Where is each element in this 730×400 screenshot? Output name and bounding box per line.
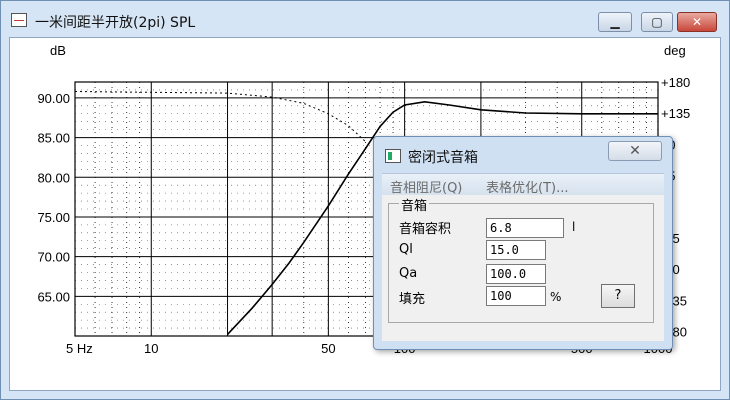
y-axis-label-right: deg	[664, 43, 686, 58]
fill-unit: %	[550, 290, 562, 304]
ql-label: Ql	[399, 242, 413, 257]
y-tick-label: 80.00	[37, 170, 70, 185]
dialog-close-button[interactable]: ✕	[608, 141, 662, 161]
sealed-box-dialog[interactable]: 密闭式音箱 ✕ 音相阻尼(Q) 表格优化(T)... 音箱 音箱容积 6.8 l…	[373, 136, 673, 350]
y2-tick-label: +135	[661, 106, 690, 121]
dialog-body: 音箱 音箱容积 6.8 l Ql 15.0 Qa 100.0 填充 100 % …	[382, 195, 664, 341]
menu-item-phase-damping[interactable]: 音相阻尼(Q)	[390, 177, 462, 196]
y-axis-label-left: dB	[50, 43, 66, 58]
maximize-button[interactable]: ▢	[641, 12, 673, 32]
ql-input[interactable]: 15.0	[486, 240, 546, 260]
x-tick-label: 50	[321, 341, 335, 356]
qa-input[interactable]: 100.0	[486, 264, 546, 284]
y-tick-label: 85.00	[37, 131, 70, 146]
qa-label: Qa	[399, 266, 418, 281]
y-tick-label: 90.00	[37, 91, 70, 106]
y-tick-label: 75.00	[37, 210, 70, 225]
y-tick-label: 70.00	[37, 250, 70, 265]
volume-input[interactable]: 6.8	[486, 218, 564, 238]
y2-tick-label: +180	[661, 75, 690, 90]
window-title: 一米间距半开放(2pi) SPL	[35, 15, 196, 31]
enclosure-group-title: 音箱	[399, 195, 430, 214]
menu-item-table-optimize[interactable]: 表格优化(T)...	[486, 177, 568, 196]
fill-label: 填充	[399, 292, 426, 307]
app-icon	[11, 13, 27, 27]
title-bar[interactable]: 一米间距半开放(2pi) SPL ▁ ▢ ✕	[1, 1, 729, 37]
enclosure-group: 音箱 音箱容积 6.8 l Ql 15.0 Qa 100.0 填充 100 % …	[388, 195, 654, 323]
phase-curve	[74, 91, 366, 142]
volume-unit: l	[572, 220, 576, 234]
volume-label: 音箱容积	[399, 222, 452, 237]
close-button[interactable]: ✕	[677, 12, 717, 32]
dialog-menubar: 音相阻尼(Q) 表格优化(T)...	[382, 173, 664, 196]
x-tick-label: 5 Hz	[66, 341, 93, 356]
dialog-title: 密闭式音箱	[408, 150, 478, 166]
fill-input[interactable]: 100	[486, 286, 546, 306]
help-button[interactable]: ?	[601, 284, 635, 308]
minimize-button[interactable]: ▁	[598, 12, 632, 32]
y-tick-label: 65.00	[37, 289, 70, 304]
x-tick-label: 10	[144, 341, 158, 356]
dialog-icon	[385, 149, 401, 163]
